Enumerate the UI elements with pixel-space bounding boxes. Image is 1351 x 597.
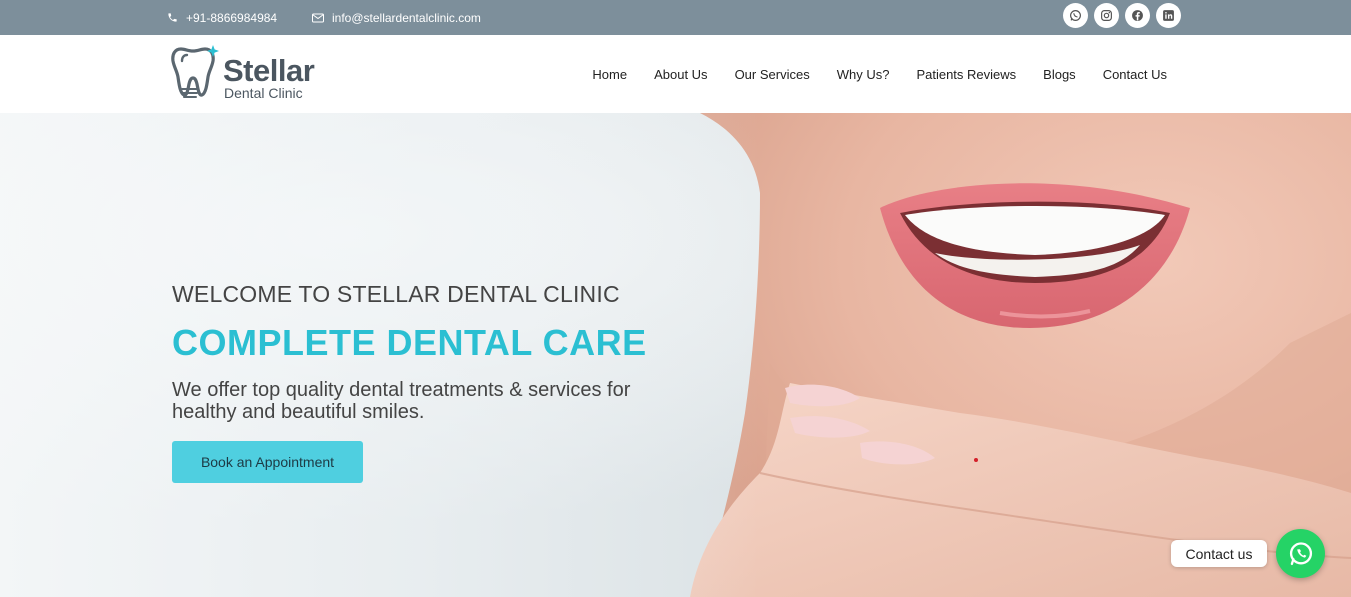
- book-appointment-button[interactable]: Book an Appointment: [172, 441, 363, 483]
- main-nav: Home About Us Our Services Why Us? Patie…: [592, 35, 1167, 113]
- hero-welcome: WELCOME TO STELLAR DENTAL CLINIC: [172, 281, 620, 307]
- nav-patients-reviews[interactable]: Patients Reviews: [916, 67, 1016, 82]
- phone-icon: [168, 13, 177, 22]
- whatsapp-link[interactable]: [1063, 3, 1088, 28]
- hero-description: We offer top quality dental treatments &…: [172, 379, 631, 423]
- nav-about-us[interactable]: About Us: [654, 67, 707, 82]
- facebook-icon: [1132, 10, 1143, 21]
- nav-our-services[interactable]: Our Services: [735, 67, 810, 82]
- email-address: info@stellardentalclinic.com: [332, 10, 481, 25]
- logo-name: Stellar: [223, 53, 315, 88]
- phone-contact[interactable]: +91-8866984984: [167, 0, 277, 35]
- nav-blogs[interactable]: Blogs: [1043, 67, 1076, 82]
- instagram-link[interactable]: [1094, 3, 1119, 28]
- top-bar: +91-8866984984 info@stellardentalclinic.…: [0, 0, 1351, 35]
- contact-us-chip[interactable]: Contact us: [1171, 540, 1267, 567]
- facebook-link[interactable]: [1125, 3, 1150, 28]
- hero-title: COMPLETE DENTAL CARE: [172, 322, 647, 363]
- whatsapp-icon: [1289, 541, 1312, 565]
- nav-why-us[interactable]: Why Us?: [837, 67, 890, 82]
- whatsapp-icon: [1070, 10, 1081, 21]
- linkedin-icon: [1163, 10, 1174, 21]
- phone-number: +91-8866984984: [186, 10, 278, 25]
- site-header: Stellar Dental Clinic Home About Us Our …: [0, 35, 1351, 113]
- social-links: [1063, 3, 1181, 28]
- tooth-logo-icon: [171, 45, 219, 98]
- instagram-icon: [1101, 10, 1112, 21]
- hero-section: WELCOME TO STELLAR DENTAL CLINIC COMPLET…: [0, 113, 1351, 597]
- nav-contact-us[interactable]: Contact Us: [1103, 67, 1167, 82]
- email-contact[interactable]: info@stellardentalclinic.com: [312, 0, 481, 35]
- nav-home[interactable]: Home: [592, 67, 627, 82]
- envelope-icon: [312, 13, 324, 22]
- whatsapp-float-button[interactable]: [1276, 529, 1325, 578]
- linkedin-link[interactable]: [1156, 3, 1181, 28]
- clinic-logo[interactable]: Stellar Dental Clinic: [171, 43, 331, 105]
- logo-subtitle: Dental Clinic: [224, 85, 303, 101]
